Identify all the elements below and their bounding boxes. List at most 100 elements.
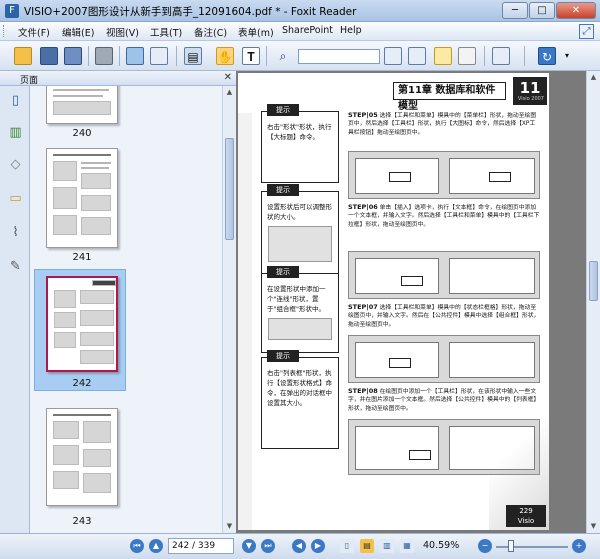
footer-brand: Visio (517, 517, 535, 525)
tools-icon[interactable] (492, 47, 510, 65)
step-07-screenshot (348, 335, 540, 383)
status-bar: ⏮ ▲ 242 / 339 ▼ ⏭ ◀ ▶ ▯ ▤ ▥ ▦ 40.59% − + (0, 533, 600, 559)
scroll-down-arrow[interactable]: ▼ (225, 522, 234, 531)
pdf-page: 第11章 数据库和软件模型 11 Visio 2007 提示 右击"形状"形状，… (238, 73, 549, 530)
prev-result-icon[interactable] (384, 47, 402, 65)
menu-help[interactable]: Help (340, 25, 362, 36)
minimize-button[interactable]: ─ (502, 2, 528, 19)
attachments-tab-icon[interactable]: ⌇ (7, 224, 24, 241)
zoom-out-icon[interactable]: − (478, 539, 492, 553)
step-08: STEP|08 在绘图页中添加一个【工具栏】形状，在该形状中输入一些文字，并在图… (348, 387, 540, 413)
continuous-icon[interactable]: ▤ (360, 539, 374, 553)
step-number: STEP|07 (348, 303, 378, 311)
continuous-facing-icon[interactable]: ▦ (400, 539, 414, 553)
thumbnails-scroll-thumb[interactable] (225, 138, 234, 240)
page-label-243: 243 (72, 516, 92, 527)
forward-icon[interactable]: ▶ (311, 539, 325, 553)
tip-box-4: 提示 右击"列表框"形状，执行【设置形状格式】命令，在弹出的对话框中设置其大小。 (261, 350, 339, 449)
panel-header: 页面 ✕ (0, 71, 236, 86)
title-bar: F VISIO+2007图形设计从新手到高手_12091604.pdf * - … (0, 0, 600, 22)
page-options-icon[interactable]: ▤ (184, 47, 202, 65)
bookmarks-tab-icon[interactable]: ▥ (7, 124, 24, 141)
highlight-icon[interactable] (434, 47, 452, 65)
page-thumbnail-241[interactable] (46, 148, 118, 248)
tip-heading: 提示 (267, 266, 299, 278)
doc-scroll-down-arrow[interactable]: ▼ (589, 522, 598, 531)
binoculars-icon[interactable]: ⌕ (274, 47, 292, 65)
select-text-icon[interactable]: 𝐓 (242, 47, 260, 65)
find-input[interactable] (298, 49, 380, 64)
page-label-240: 240 (72, 128, 92, 139)
signatures-tab-icon[interactable]: ✎ (7, 258, 24, 275)
next-result-icon[interactable] (408, 47, 426, 65)
document-view[interactable]: 第11章 数据库和软件模型 11 Visio 2007 提示 右击"形状"形状，… (236, 71, 600, 533)
zoom-slider[interactable] (496, 546, 568, 548)
page-label-241: 241 (72, 252, 92, 263)
print-icon[interactable] (95, 47, 113, 65)
prev-page-icon[interactable]: ▲ (149, 539, 163, 553)
facing-icon[interactable]: ▥ (380, 539, 394, 553)
step-number: STEP|08 (348, 387, 378, 395)
tip-text: 右击"列表框"形状，执行【设置形状格式】命令，在弹出的对话框中设置其大小。 (267, 369, 332, 407)
document-scroll-thumb[interactable] (589, 261, 598, 301)
next-page-icon[interactable]: ▼ (242, 539, 256, 553)
menu-bar: 文件(F) 编辑(E) 视图(V) 工具(T) 备注(C) 表单(m) Shar… (0, 22, 600, 41)
page-footer: 229 Visio (506, 505, 546, 527)
navigate-icon[interactable]: ↻ (538, 47, 556, 65)
zoom-level[interactable]: 40.59% (423, 540, 459, 551)
page-number-input[interactable]: 242 / 339 (168, 538, 234, 554)
page-thumbnail-242[interactable] (46, 276, 118, 372)
tip-text: 在设置形状中添加一个"连线"形状，置于"组合框"形状中。 (267, 285, 326, 313)
tip-box-3: 提示 在设置形状中添加一个"连线"形状，置于"组合框"形状中。 (261, 266, 339, 353)
menu-file[interactable]: 文件(F) (18, 25, 50, 39)
step-05-screenshot (348, 151, 540, 199)
chapter-subtitle: Visio 2007 (517, 96, 544, 102)
zoom-slider-knob[interactable] (508, 540, 514, 552)
menu-forms[interactable]: 表单(m) (238, 25, 274, 39)
text-markup-icon[interactable] (458, 47, 476, 65)
open-icon[interactable] (14, 47, 32, 65)
document-scrollbar[interactable]: ▲ ▼ (586, 71, 600, 533)
menu-edit[interactable]: 编辑(E) (62, 25, 94, 39)
toolbar: ▤ ✋ 𝐓 ⌕ ↻ ▾ (0, 41, 600, 71)
step-05: STEP|05 选择【工具栏和菜单】模具中的【菜单栏】形状，拖动至绘图页中，然后… (348, 111, 540, 137)
layers-tab-icon[interactable]: ◇ (7, 156, 24, 173)
single-page-icon[interactable]: ▯ (340, 539, 354, 553)
window-title: VISIO+2007图形设计从新手到高手_12091604.pdf * - Fo… (24, 6, 357, 18)
menu-grip[interactable] (3, 25, 6, 37)
page-thumbnail-240[interactable] (46, 86, 118, 124)
pages-tab-icon[interactable]: ▯ (7, 92, 24, 109)
menu-view[interactable]: 视图(V) (106, 25, 139, 39)
tip-text: 设置形状后可以调整形状的大小。 (267, 203, 332, 221)
hand-tool-icon[interactable]: ✋ (216, 47, 234, 65)
back-icon[interactable]: ◀ (292, 539, 306, 553)
close-button[interactable]: ✕ (556, 2, 596, 19)
menu-tools[interactable]: 工具(T) (150, 25, 182, 39)
restore-layout-icon[interactable]: ⤢ (579, 24, 594, 39)
tip-heading: 提示 (267, 104, 299, 116)
menu-sharepoint[interactable]: SharePoint (282, 25, 333, 36)
zoom-in-icon[interactable]: + (572, 539, 586, 553)
step-number: STEP|06 (348, 203, 378, 211)
menu-comments[interactable]: 备注(C) (194, 25, 227, 39)
save-as-icon[interactable] (64, 47, 82, 65)
scroll-up-arrow[interactable]: ▲ (225, 88, 234, 97)
maximize-button[interactable]: □ (529, 2, 555, 19)
pages-panel: 页面 ✕ ▯ ▥ ◇ ▭ ⌇ ✎ 240 241 242 243 ▲ ▼ (0, 71, 236, 533)
first-page-icon[interactable]: ⏮ (130, 539, 144, 553)
chevron-down-icon[interactable]: ▾ (558, 47, 576, 65)
side-tabs: ▯ ▥ ◇ ▭ ⌇ ✎ (0, 86, 30, 533)
comments-tab-icon[interactable]: ▭ (7, 190, 24, 207)
email-icon[interactable] (150, 47, 168, 65)
step-07: STEP|07 选择【工具栏和菜单】模具中的【状态栏框格】形状，拖动至绘图页中，… (348, 303, 540, 329)
step-06: STEP|06 单击【插入】选项卡，执行【文本框】命令，在绘图页中添加一个文本框… (348, 203, 540, 229)
thumbnails-scrollbar[interactable]: ▲ ▼ (222, 86, 236, 533)
page-thumbnail-243[interactable] (46, 408, 118, 506)
screen-icon[interactable] (126, 47, 144, 65)
foxit-app-icon[interactable]: F (5, 4, 19, 18)
last-page-icon[interactable]: ⏭ (261, 539, 275, 553)
doc-scroll-up-arrow[interactable]: ▲ (589, 73, 598, 82)
save-icon[interactable] (40, 47, 58, 65)
tip-screenshot (268, 318, 332, 340)
panel-close-icon[interactable]: ✕ (224, 72, 232, 83)
